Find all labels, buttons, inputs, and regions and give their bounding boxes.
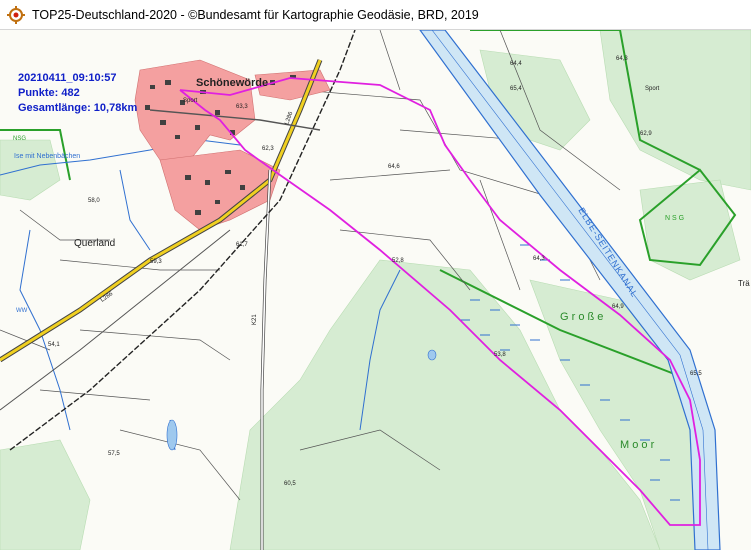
track-points: Punkte: 482 <box>18 87 80 99</box>
edge-label-2: WW <box>16 308 28 314</box>
sport-label-1: Sport <box>183 98 198 104</box>
nsg-label-1: NSG <box>13 136 26 142</box>
svg-text:64,9: 64,9 <box>612 304 624 310</box>
svg-text:60,5: 60,5 <box>284 481 296 487</box>
svg-text:65,5: 65,5 <box>690 371 702 377</box>
window-title: TOP25-Deutschland-2020 - ©Bundesamt für … <box>32 7 479 22</box>
svg-text:54,1: 54,1 <box>48 342 60 348</box>
nsg-label-2: N S G <box>665 215 684 222</box>
map-window: TOP25-Deutschland-2020 - ©Bundesamt für … <box>0 0 751 550</box>
svg-text:62,9: 62,9 <box>640 131 652 137</box>
road-label-3: K21 <box>252 314 258 325</box>
moor-label-1: G r o ß e <box>560 311 603 323</box>
title-bar: TOP25-Deutschland-2020 - ©Bundesamt für … <box>0 0 751 30</box>
track-timestamp: 20210411_09:10:57 <box>18 72 117 84</box>
sport-label-2: Sport <box>645 86 660 92</box>
svg-text:64,3: 64,3 <box>616 56 628 62</box>
svg-text:61,7: 61,7 <box>236 242 248 248</box>
svg-text:53,8: 53,8 <box>494 352 506 358</box>
svg-text:62,3: 62,3 <box>262 146 274 152</box>
svg-text:64,3: 64,3 <box>533 256 545 262</box>
svg-text:57,5: 57,5 <box>108 451 120 457</box>
svg-text:59,3: 59,3 <box>150 259 162 265</box>
svg-text:63,3: 63,3 <box>236 104 248 110</box>
topographic-map[interactable]: 64,4 65,4 62,3 64,6 63,3 64,3 61,7 52,8 … <box>0 30 751 550</box>
map-target-icon <box>7 5 25 24</box>
town-label: Schönewörde <box>196 77 268 89</box>
track-info-overlay: 20210411_09:10:57 Punkte: 482 Gesamtläng… <box>18 71 137 116</box>
svg-text:64,6: 64,6 <box>388 164 400 170</box>
svg-text:58,0: 58,0 <box>88 198 100 204</box>
svg-text:52,8: 52,8 <box>392 258 404 264</box>
track-length: Gesamtlänge: 10,78km <box>18 102 138 114</box>
pond <box>166 419 178 451</box>
svg-text:64,4: 64,4 <box>510 61 522 67</box>
small-pond <box>427 349 437 361</box>
locality-label: Querland <box>74 238 115 249</box>
edge-label-1: Trä <box>738 279 750 288</box>
svg-text:65,4: 65,4 <box>510 86 522 92</box>
stream-label: Ise mit Nebenbächen <box>14 153 80 160</box>
moor-label-2: M o o r <box>620 439 655 451</box>
